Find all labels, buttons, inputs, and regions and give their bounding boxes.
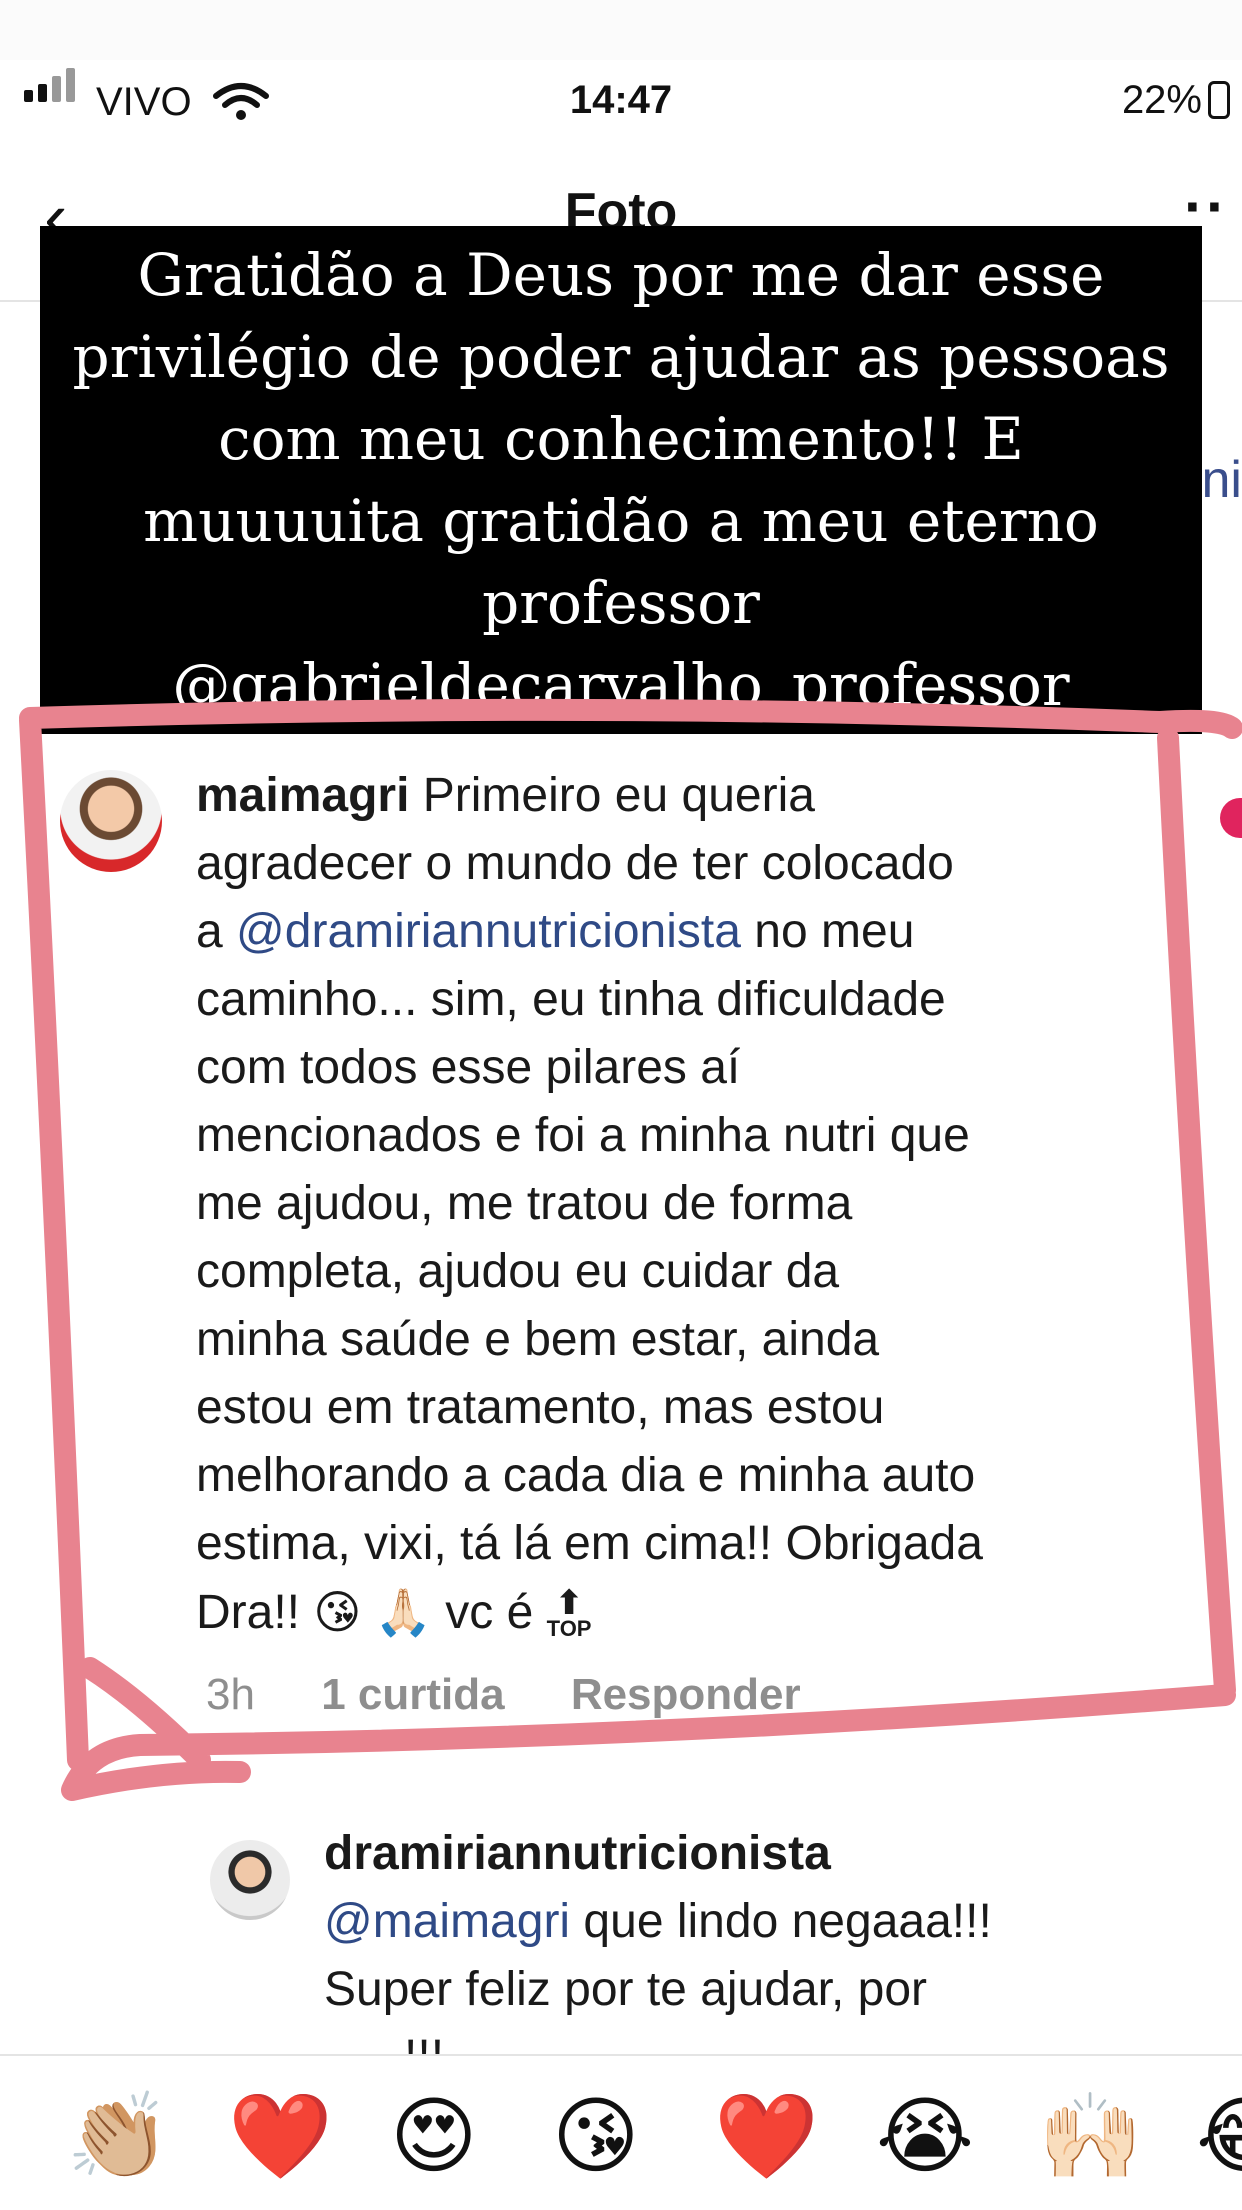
comment-line: a [196,905,237,958]
clap-emoji-icon[interactable]: 👏🏼 [66,2086,171,2186]
avatar[interactable] [60,770,162,872]
comment-username[interactable]: maimagri [196,769,409,822]
caption-line: com meu conhecimento!! E [218,405,1024,473]
pray-emoji-icon: 🙏🏻 [374,1585,432,1639]
comment-line: com todos esse pilares aí [196,1041,741,1094]
mention-link[interactable]: @maimagri [324,1895,570,1948]
heart-eyes-emoji-icon[interactable]: 😍 [390,2086,478,2186]
comment-line: Dra!! [196,1586,314,1639]
avatar[interactable] [210,1840,290,1920]
reply-line: que lindo negaaa!!! [570,1895,992,1948]
heart-emoji-icon[interactable]: ❤️ [714,2086,819,2186]
reply-line: ......!!! [324,2024,1204,2054]
top-arrow-icon: ⬆ TOP [546,1584,592,1641]
battery-icon [1208,81,1230,119]
kiss-emoji-icon[interactable]: 😘 [552,2086,640,2186]
laughing-emoji-icon[interactable]: 😂 [1196,2086,1242,2186]
comment-line: caminho... sim, eu tinha dificuldade [196,973,946,1026]
reply-line: Super feliz por te ajudar, por [324,1963,928,2016]
comment-line: vc é [431,1586,547,1639]
comment-line: mencionados e foi a minha nutri que [196,1109,970,1162]
comment-line: estou em tratamento, mas estou [196,1381,885,1434]
comment-line: me ajudou, me tratou de forma [196,1177,853,1230]
clipped-text: ni [1201,451,1242,509]
like-heart-icon[interactable] [1220,798,1242,838]
comment-meta: 3h 1 curtida Responder [206,1670,855,1720]
heart-emoji-icon[interactable]: ❤️ [228,2086,333,2186]
battery-indicator: 22% [1122,78,1230,123]
crying-emoji-icon[interactable]: 😭 [876,2086,974,2186]
caption-line: privilégio de poder ajudar as pessoas [72,323,1170,391]
caption-mention-link[interactable]: @gabrieldecarvalho_professor [40,644,1202,726]
comment-line: melhorando a cada dia e minha auto [196,1449,976,1502]
comment-line: estima, vixi, tá lá em cima!! Obrigada [196,1517,983,1570]
caption-line: Gratidão a Deus por me dar esse [137,241,1105,309]
comment-likes[interactable]: 1 curtida [321,1670,504,1719]
caption-line: muuuuita gratidão a meu eterno [143,487,1099,555]
status-bar: VIVO 14:47 22% [0,60,1242,146]
comment-line: Primeiro eu queria [409,769,815,822]
reply-text: dramiriannutricionista @maimagri que lin… [324,1820,1204,2054]
reply-username[interactable]: dramiriannutricionista [324,1820,1204,1888]
caption-line: professor [482,569,760,637]
battery-percent: 22% [1121,78,1202,122]
comment-line: minha saúde e bem estar, ainda [196,1313,880,1366]
comment-time: 3h [206,1670,255,1719]
comment-line: agradecer o mundo de ter colocado [196,837,954,890]
mention-link[interactable]: @dramiriannutricionista [236,905,741,958]
top-gap [0,0,1242,60]
comment-line: completa, ajudou eu cuidar da [196,1245,840,1298]
reaction-bar: 👏🏼 ❤️ 😍 😘 ❤️ 😭 🙌🏻 😂 [0,2054,1242,2210]
story-caption: Gratidão a Deus por me dar esse privilég… [40,226,1202,734]
reply-button[interactable]: Responder [571,1670,801,1719]
clock: 14:47 [569,78,673,122]
comment-text: maimagri Primeiro eu queria agradecer o … [196,762,1176,1647]
kiss-emoji-icon: 😘 [313,1585,362,1639]
raised-hands-emoji-icon[interactable]: 🙌🏻 [1038,2086,1143,2186]
comment-line: no meu [740,905,915,958]
